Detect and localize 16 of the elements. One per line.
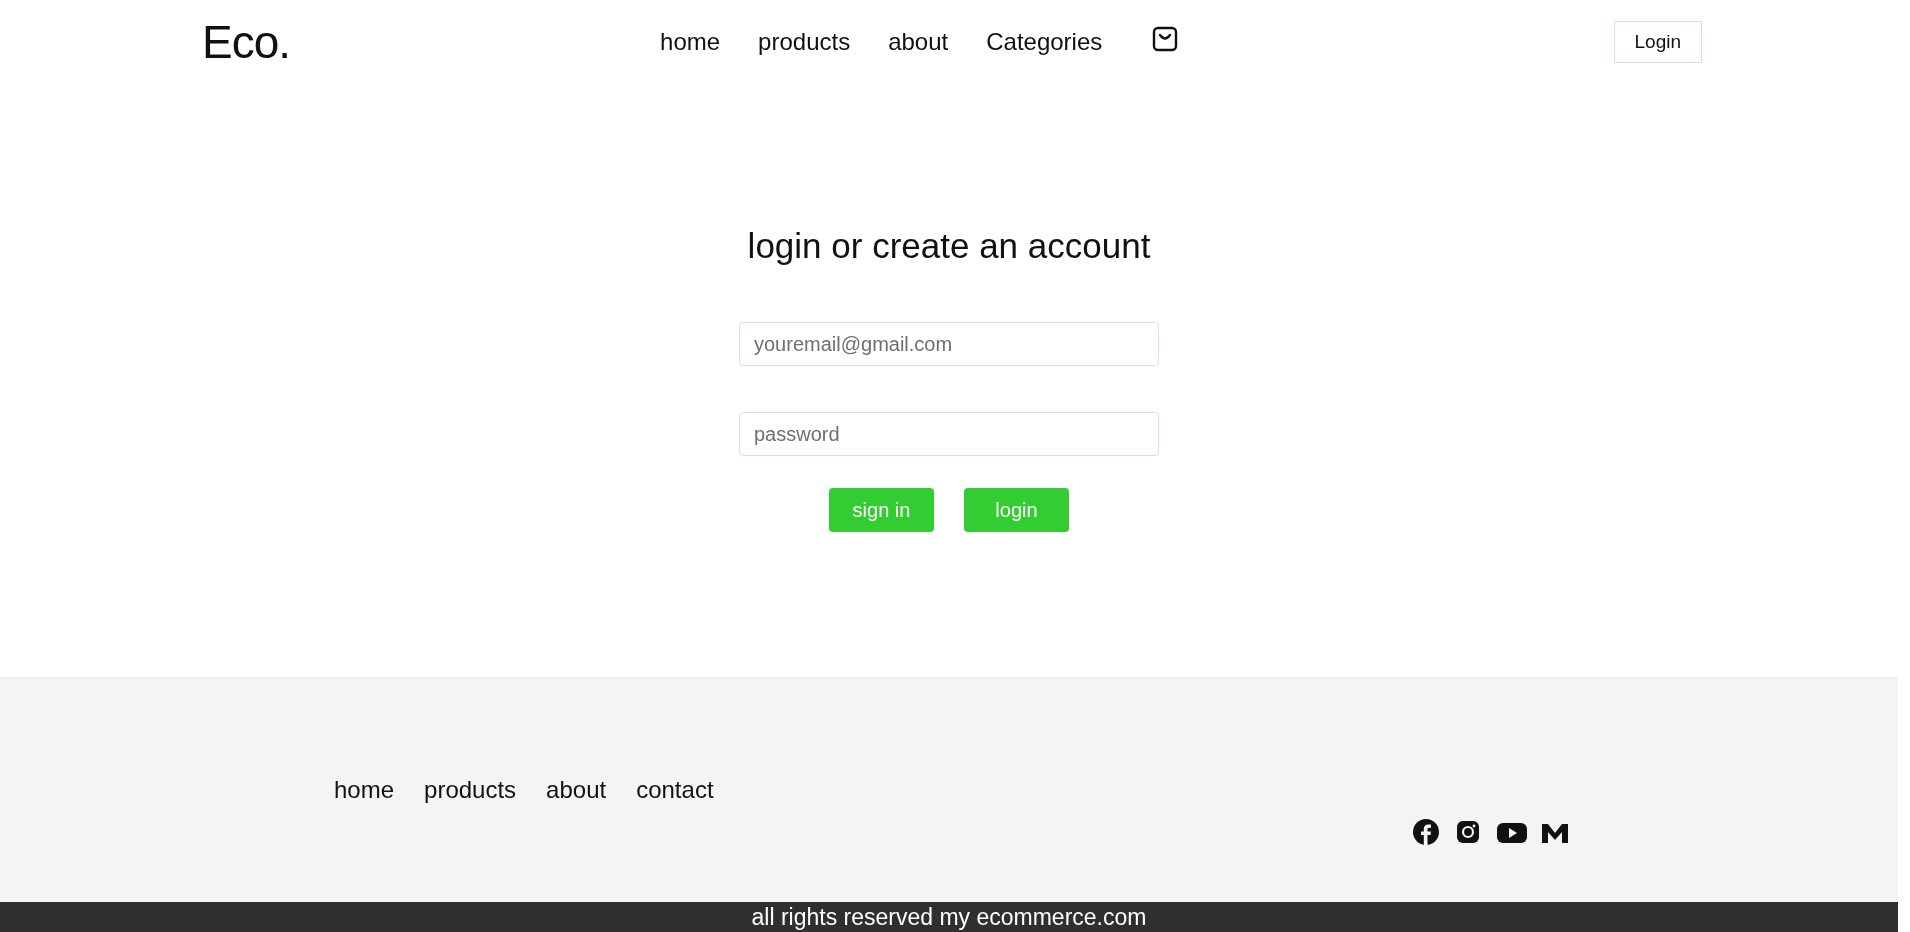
- footer-link[interactable]: about: [546, 776, 607, 804]
- footer-link[interactable]: home: [334, 776, 395, 804]
- login-button[interactable]: Login: [1613, 21, 1702, 63]
- nav-link[interactable]: about: [888, 28, 949, 56]
- footer-link[interactable]: contact: [636, 776, 714, 804]
- nav-link[interactable]: Categories: [986, 28, 1103, 56]
- page-heading: login or create an account: [747, 226, 1151, 266]
- text-field[interactable]: password: [739, 412, 1159, 456]
- nav-link[interactable]: home: [660, 28, 721, 56]
- shopping-bag-icon[interactable]: [1152, 26, 1179, 52]
- copyright-text: all rights reserved my ecommerce.com: [751, 903, 1147, 931]
- logo: Eco.: [202, 15, 291, 69]
- nav-link[interactable]: products: [758, 28, 851, 56]
- text-field[interactable]: youremail@gmail.com: [739, 322, 1159, 366]
- circle-logo-icon[interactable]: [1412, 818, 1442, 848]
- footer-link[interactable]: products: [424, 776, 517, 804]
